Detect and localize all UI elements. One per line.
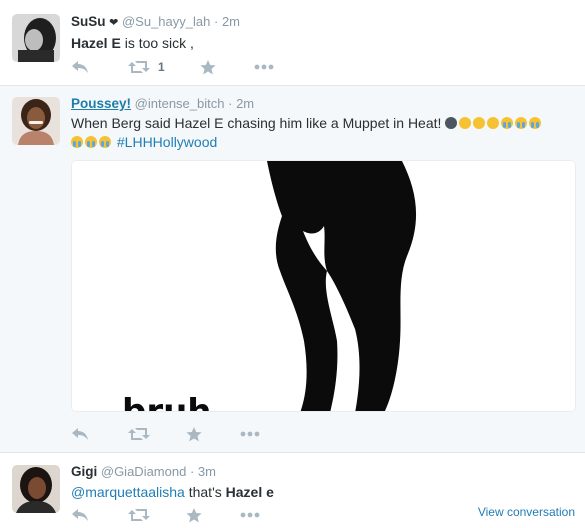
retweet-button[interactable]: [128, 424, 150, 444]
avatar[interactable]: [12, 14, 60, 62]
bold-keyword: Hazel e: [225, 484, 274, 500]
crying-face-icon: [85, 136, 97, 148]
display-name[interactable]: SuSu: [71, 14, 106, 29]
crying-face-icon: [99, 136, 111, 148]
silhouette-legs-image: bruh: [72, 161, 575, 412]
crying-face-icon: [501, 117, 514, 129]
hashtag-link[interactable]: #LHHHollywood: [117, 134, 217, 150]
tweet-poussey[interactable]: Poussey! @intense_bitch · 2m When Berg s…: [0, 86, 585, 453]
favorite-icon: [200, 59, 216, 74]
crying-face-icon: [71, 136, 83, 148]
reply-icon: [72, 509, 88, 521]
more-icon: [240, 512, 260, 518]
media-image[interactable]: bruh: [71, 160, 576, 412]
tweet-header: SuSu ❤ @Su_hayy_lah · 2m: [71, 14, 240, 29]
favorite-button[interactable]: [186, 424, 202, 444]
retweet-count: 1: [158, 60, 165, 74]
separator: ·: [189, 464, 195, 479]
reply-icon: [72, 61, 88, 73]
username[interactable]: @Su_hayy_lah: [122, 14, 210, 29]
favorite-icon: [186, 426, 202, 441]
reply-button[interactable]: [71, 424, 89, 444]
favorite-icon: [186, 507, 202, 522]
reply-button[interactable]: [71, 505, 89, 525]
timestamp[interactable]: 2m: [236, 96, 254, 111]
tweet-text: When Berg said Hazel E chasing him like …: [71, 114, 571, 152]
retweet-icon: [128, 428, 150, 440]
display-name[interactable]: Poussey!: [71, 96, 131, 111]
tweet-text: Hazel E is too sick ,: [71, 34, 571, 53]
view-conversation-link[interactable]: View conversation: [478, 505, 575, 519]
favorite-button[interactable]: [200, 57, 216, 77]
display-name[interactable]: Gigi: [71, 464, 97, 479]
crying-face-icon: [529, 117, 542, 129]
username[interactable]: @intense_bitch: [135, 96, 225, 111]
bold-keyword: Hazel E: [71, 35, 121, 51]
retweet-icon: [128, 509, 150, 521]
retweet-button[interactable]: [128, 505, 150, 525]
tweet-text-mid: that's: [184, 484, 226, 500]
reply-button[interactable]: [71, 57, 89, 77]
retweet-button[interactable]: 1: [128, 57, 165, 77]
username[interactable]: @GiaDiamond: [101, 464, 186, 479]
tears-of-joy-icon: [459, 117, 472, 129]
more-icon: [254, 64, 274, 70]
svg-text:bruh: bruh: [122, 392, 212, 412]
more-button[interactable]: [254, 57, 274, 77]
tweet-text-rest: is too sick ,: [120, 35, 194, 51]
more-icon: [240, 431, 260, 437]
separator: ·: [213, 14, 219, 29]
crying-face-icon: [515, 117, 528, 129]
more-button[interactable]: [240, 505, 260, 525]
timestamp[interactable]: 3m: [198, 464, 216, 479]
separator: ·: [228, 96, 233, 111]
tears-of-joy-icon: [487, 117, 500, 129]
retweet-icon: [128, 61, 150, 73]
more-button[interactable]: [240, 424, 260, 444]
avatar[interactable]: [12, 97, 60, 145]
tweet-text-body: When Berg said Hazel E chasing him like …: [71, 115, 442, 131]
tweet-header: Poussey! @intense_bitch · 2m: [71, 96, 254, 111]
emoji-row: [445, 115, 543, 131]
tweet-header: Gigi @GiaDiamond · 3m: [71, 464, 216, 479]
timestamp[interactable]: 2m: [222, 14, 240, 29]
avatar[interactable]: [12, 465, 60, 513]
tweet-text: @marquettaalisha that's Hazel e: [71, 483, 571, 502]
reply-icon: [72, 428, 88, 440]
favorite-button[interactable]: [186, 505, 202, 525]
heart-icon: ❤: [109, 17, 119, 29]
mention-link[interactable]: @marquettaalisha: [71, 484, 185, 500]
tears-of-joy-icon: [473, 117, 486, 129]
tweet-susu[interactable]: SuSu ❤ @Su_hayy_lah · 2m Hazel E is too …: [0, 0, 585, 86]
new-moon-face-icon: [445, 117, 458, 129]
